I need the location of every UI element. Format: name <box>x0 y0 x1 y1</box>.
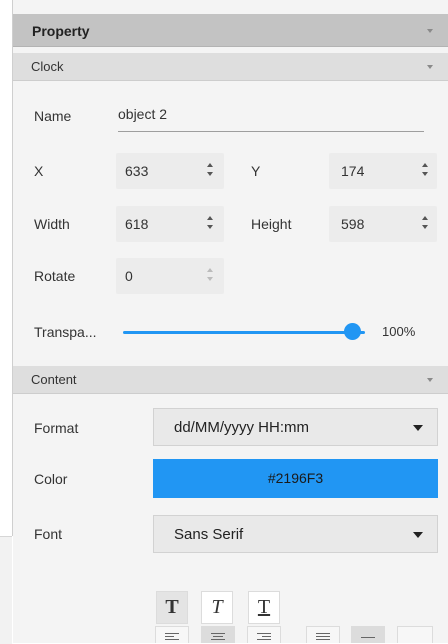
transparency-label: Transpa... <box>34 324 97 340</box>
underline-button[interactable]: T <box>248 591 280 624</box>
format-select-value: dd/MM/yyyy HH:mm <box>174 419 309 436</box>
dropdown-arrow-icon <box>413 532 423 538</box>
color-hex-value: #2196F3 <box>267 470 324 486</box>
color-label: Color <box>34 471 68 487</box>
name-input[interactable]: object 2 <box>118 106 167 122</box>
bold-button[interactable]: T <box>156 591 188 624</box>
rotate-label: Rotate <box>34 268 76 284</box>
italic-button[interactable]: T <box>201 591 233 624</box>
font-label: Font <box>34 526 63 542</box>
property-panel-header[interactable]: Property <box>13 14 448 47</box>
format-label: Format <box>34 420 79 436</box>
name-input-underline <box>118 131 424 132</box>
font-select[interactable]: Sans Serif <box>153 515 438 553</box>
y-label: Y <box>251 163 261 179</box>
chevron-down-icon[interactable] <box>427 378 433 382</box>
align-middle-button[interactable] <box>397 626 433 643</box>
align-justify-icon <box>316 633 330 642</box>
chevron-down-icon[interactable] <box>427 29 433 33</box>
align-right-button[interactable] <box>247 626 281 643</box>
x-label: X <box>34 163 44 179</box>
left-strip <box>0 536 12 644</box>
x-value[interactable]: 633 <box>125 163 148 179</box>
align-left-button[interactable] <box>155 626 189 643</box>
align-center-button[interactable] <box>201 626 235 643</box>
section-header-content[interactable]: Content <box>13 366 448 394</box>
align-top-icon <box>361 633 375 640</box>
section-title-content: Content <box>31 372 77 387</box>
property-panel: Property Clock Name object 2 X 633 Y 174… <box>13 0 448 643</box>
width-label: Width <box>34 216 70 232</box>
rotate-value[interactable]: 0 <box>125 268 133 284</box>
width-value[interactable]: 618 <box>125 216 148 232</box>
align-top-button[interactable] <box>351 626 385 643</box>
align-right-icon <box>257 633 271 642</box>
align-center-icon <box>211 633 225 642</box>
transparency-slider-thumb[interactable] <box>344 323 361 340</box>
height-value[interactable]: 598 <box>341 216 364 232</box>
width-spinner-icon[interactable] <box>207 215 215 231</box>
panel-title: Property <box>32 23 90 39</box>
name-label: Name <box>34 108 72 124</box>
align-justify-button[interactable] <box>306 626 340 643</box>
y-spinner-icon[interactable] <box>422 162 430 178</box>
dropdown-arrow-icon <box>413 425 423 431</box>
transparency-slider-track[interactable] <box>123 331 365 334</box>
section-header-clock[interactable]: Clock <box>13 53 448 81</box>
align-left-icon <box>165 633 179 642</box>
chevron-down-icon[interactable] <box>427 65 433 69</box>
italic-icon: T <box>211 596 223 618</box>
height-label: Height <box>251 216 292 232</box>
transparency-value: 100% <box>382 324 416 339</box>
bold-icon: T <box>165 596 179 618</box>
y-value[interactable]: 174 <box>341 163 364 179</box>
height-spinner-icon[interactable] <box>422 215 430 231</box>
format-select[interactable]: dd/MM/yyyy HH:mm <box>153 408 438 446</box>
underline-icon: T <box>257 596 271 618</box>
x-spinner-icon[interactable] <box>207 162 215 178</box>
font-select-value: Sans Serif <box>174 526 244 543</box>
section-title-clock: Clock <box>31 59 64 74</box>
color-picker[interactable]: #2196F3 <box>153 459 438 498</box>
rotate-spinner-icon[interactable] <box>207 267 215 283</box>
